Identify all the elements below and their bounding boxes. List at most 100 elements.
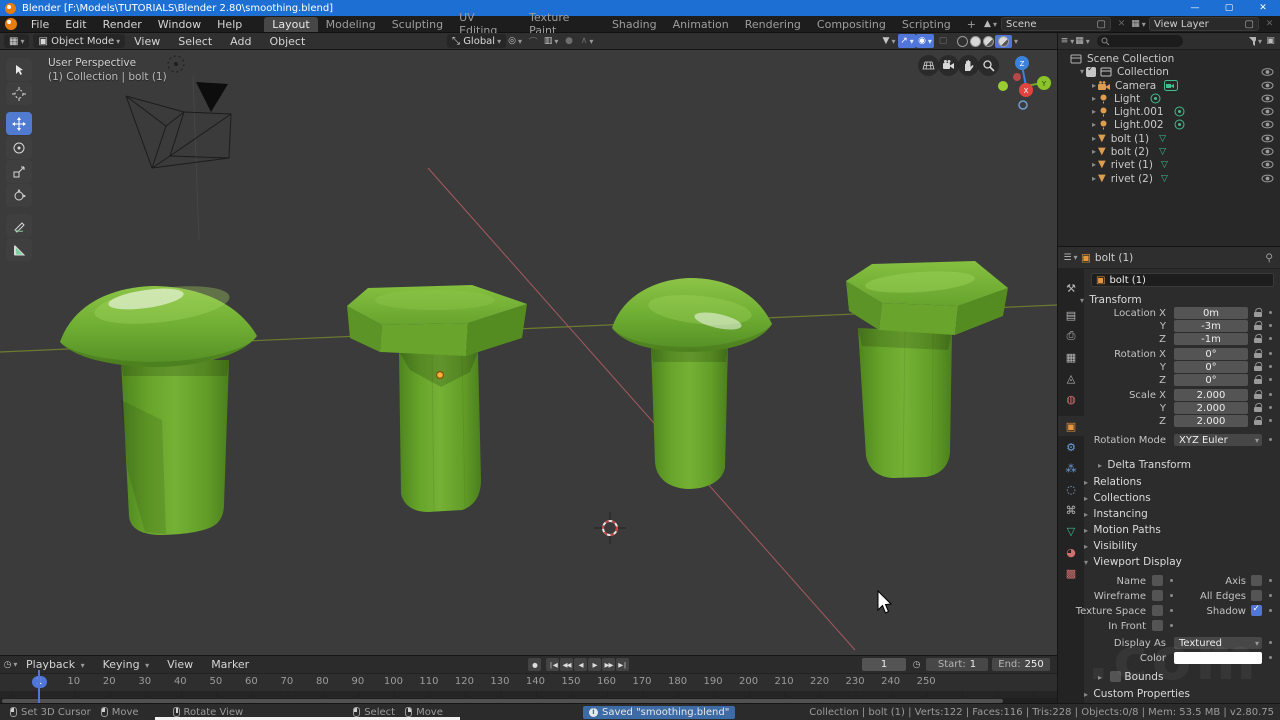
camera-object[interactable] [126,82,231,168]
outliner-scene-collection[interactable]: Scene Collection [1070,52,1174,65]
prev-keyframe-button[interactable]: ◀◀ [560,658,573,671]
menu-window[interactable]: Window [150,18,209,31]
new-view-layer-icon[interactable]: ▢ [1245,19,1254,30]
title-bar[interactable]: Blender [F:\Models\TUTORIALS\Blender 2.8… [0,0,1280,16]
scale-y-lock-icon[interactable] [1254,403,1262,412]
outliner-item-bolt-2[interactable]: ▸▼ bolt (2) ▽ [1092,145,1166,158]
location-z-field[interactable]: -1m [1174,333,1248,345]
minimize-button[interactable]: — [1178,0,1212,16]
outliner-item-light[interactable]: ▸ Light [1092,92,1161,105]
properties-editor-icon[interactable]: ☰▾ [1064,251,1077,264]
panel-motion-paths[interactable]: ▸ Motion Paths [1084,524,1161,536]
menu-view[interactable]: View [125,35,169,48]
maximize-button[interactable]: ▢ [1212,0,1246,16]
tab-modeling[interactable]: Modeling [318,17,384,32]
move-tool[interactable] [6,112,32,135]
outliner-search-input[interactable] [1097,35,1183,47]
bounds-checkbox[interactable] [1110,671,1121,682]
pin-icon[interactable]: ⚲ [1265,252,1273,264]
scale-x-lock-icon[interactable] [1254,390,1262,399]
rotation-z-lock-icon[interactable] [1254,375,1262,384]
close-button[interactable]: ✕ [1246,0,1280,16]
vd-texture-space-checkbox[interactable] [1152,605,1163,616]
panel-bounds[interactable]: ▸ Bounds [1098,671,1163,683]
app-menu-icon[interactable] [5,18,17,30]
location-y-lock-icon[interactable] [1254,321,1262,330]
tab-sculpting[interactable]: Sculpting [384,17,451,32]
display-as-dropdown[interactable]: Textured▾ [1174,637,1262,649]
object-type-visibility-icon[interactable]: ▼▾ [880,34,898,48]
location-x-field[interactable]: 0m [1174,307,1248,319]
new-scene-icon[interactable]: ▢ [1097,19,1106,30]
tab-physics[interactable]: ◌ [1058,479,1084,499]
outliner-display-mode-icon[interactable]: ▦▾ [1076,35,1089,48]
play-reverse-button[interactable]: ◀ [574,658,587,671]
panel-collections[interactable]: ▸ Collections [1084,492,1151,504]
zoom-view-button[interactable] [978,55,999,76]
timeline-ruler[interactable]: 1020304050607080901001101201301401501601… [0,673,1057,691]
panel-instancing[interactable]: ▸ Instancing [1084,508,1148,520]
select-box-tool[interactable] [6,58,32,81]
rotation-x-lock-icon[interactable] [1254,349,1262,358]
scale-tool[interactable] [6,160,32,183]
pivot-point-selector[interactable]: ◎▾ [506,34,524,48]
rivet-1-object[interactable] [612,278,772,489]
start-frame-field[interactable]: Start:1 [926,658,988,671]
vd-shadow-checkbox[interactable] [1251,605,1262,616]
perspective-toggle-button[interactable] [918,55,939,76]
menu-add[interactable]: Add [221,35,260,48]
scene-icon[interactable]: ▲▾ [984,18,997,31]
gizmos-toggle[interactable]: ↗▾ [898,34,916,48]
menu-file[interactable]: File [23,18,57,31]
vd-all-edges-checkbox[interactable] [1251,590,1262,601]
snap-toggle[interactable]: ⌒ [524,34,542,48]
tab-scripting[interactable]: Scripting [894,17,959,32]
outliner-item-rivet-2[interactable]: ▸▼ rivet (2) ▽ [1092,172,1168,185]
vd-name-checkbox[interactable] [1152,575,1163,586]
location-x-lock-icon[interactable] [1254,308,1262,317]
menu-select[interactable]: Select [169,35,221,48]
object-name-field[interactable]: ▣ bolt (1) [1091,273,1274,287]
editor-type-selector[interactable]: ▦▾ [4,34,29,48]
scale-z-field[interactable]: 2.000 [1174,415,1248,427]
timeline-menu-view[interactable]: View [158,658,202,671]
outliner-item-light-002[interactable]: ▸ Light.002 [1092,118,1185,131]
panel-delta-transform[interactable]: ▸ Delta Transform [1098,459,1191,471]
tab-rendering[interactable]: Rendering [737,17,809,32]
bolt-2-object[interactable] [60,280,257,535]
rotation-y-field[interactable]: 0° [1174,361,1248,373]
shading-wireframe-icon[interactable] [957,36,968,47]
jump-start-button[interactable]: ❘◀ [546,658,559,671]
outliner-editor-type-icon[interactable]: ≡▾ [1061,35,1074,48]
shading-rendered-icon[interactable] [995,35,1012,48]
jump-end-button[interactable]: ▶❘ [616,658,629,671]
overlays-toggle[interactable]: ◉▾ [916,34,934,48]
outliner-item-bolt-1[interactable]: ▸▼ bolt (1) ▽ [1092,132,1166,145]
panel-visibility[interactable]: ▸ Visibility [1084,540,1137,552]
tab-object-data[interactable]: ▽ [1058,521,1084,541]
vd-wireframe-checkbox[interactable] [1152,590,1163,601]
vd-in-front-checkbox[interactable] [1152,620,1163,631]
mode-selector[interactable]: ▣ Object Mode▾ [33,34,125,48]
transform-orientation-selector[interactable]: ⤡ Global▾ [447,34,506,48]
outliner-item-rivet-1[interactable]: ▸▼ rivet (1) ▽ [1092,158,1168,171]
menu-render[interactable]: Render [95,18,150,31]
shading-solid-icon[interactable] [970,36,981,47]
menu-edit[interactable]: Edit [57,18,94,31]
location-y-field[interactable]: -3m [1174,320,1248,332]
scale-x-field[interactable]: 2.000 [1174,389,1248,401]
shading-options-caret[interactable]: ▾ [1014,37,1018,46]
timeline-menu-marker[interactable]: Marker [202,658,258,671]
outliner-item-camera[interactable]: ▸ Camera [1092,79,1178,92]
falloff-selector[interactable]: ∧▾ [578,34,596,48]
next-keyframe-button[interactable]: ▶▶ [602,658,615,671]
timeline-menu-keying[interactable]: Keying ▾ [94,658,158,671]
cursor-tool[interactable] [6,82,32,105]
record-button[interactable]: ● [528,658,541,671]
panel-viewport-display[interactable]: ▾ Viewport Display [1084,556,1182,568]
annotate-tool[interactable] [6,214,32,237]
auto-keyframe-icon[interactable]: ◷ [910,658,923,671]
play-button[interactable]: ▶ [588,658,601,671]
tab-material[interactable]: ◕ [1058,542,1084,562]
panel-custom-properties[interactable]: ▸ Custom Properties [1084,688,1190,700]
